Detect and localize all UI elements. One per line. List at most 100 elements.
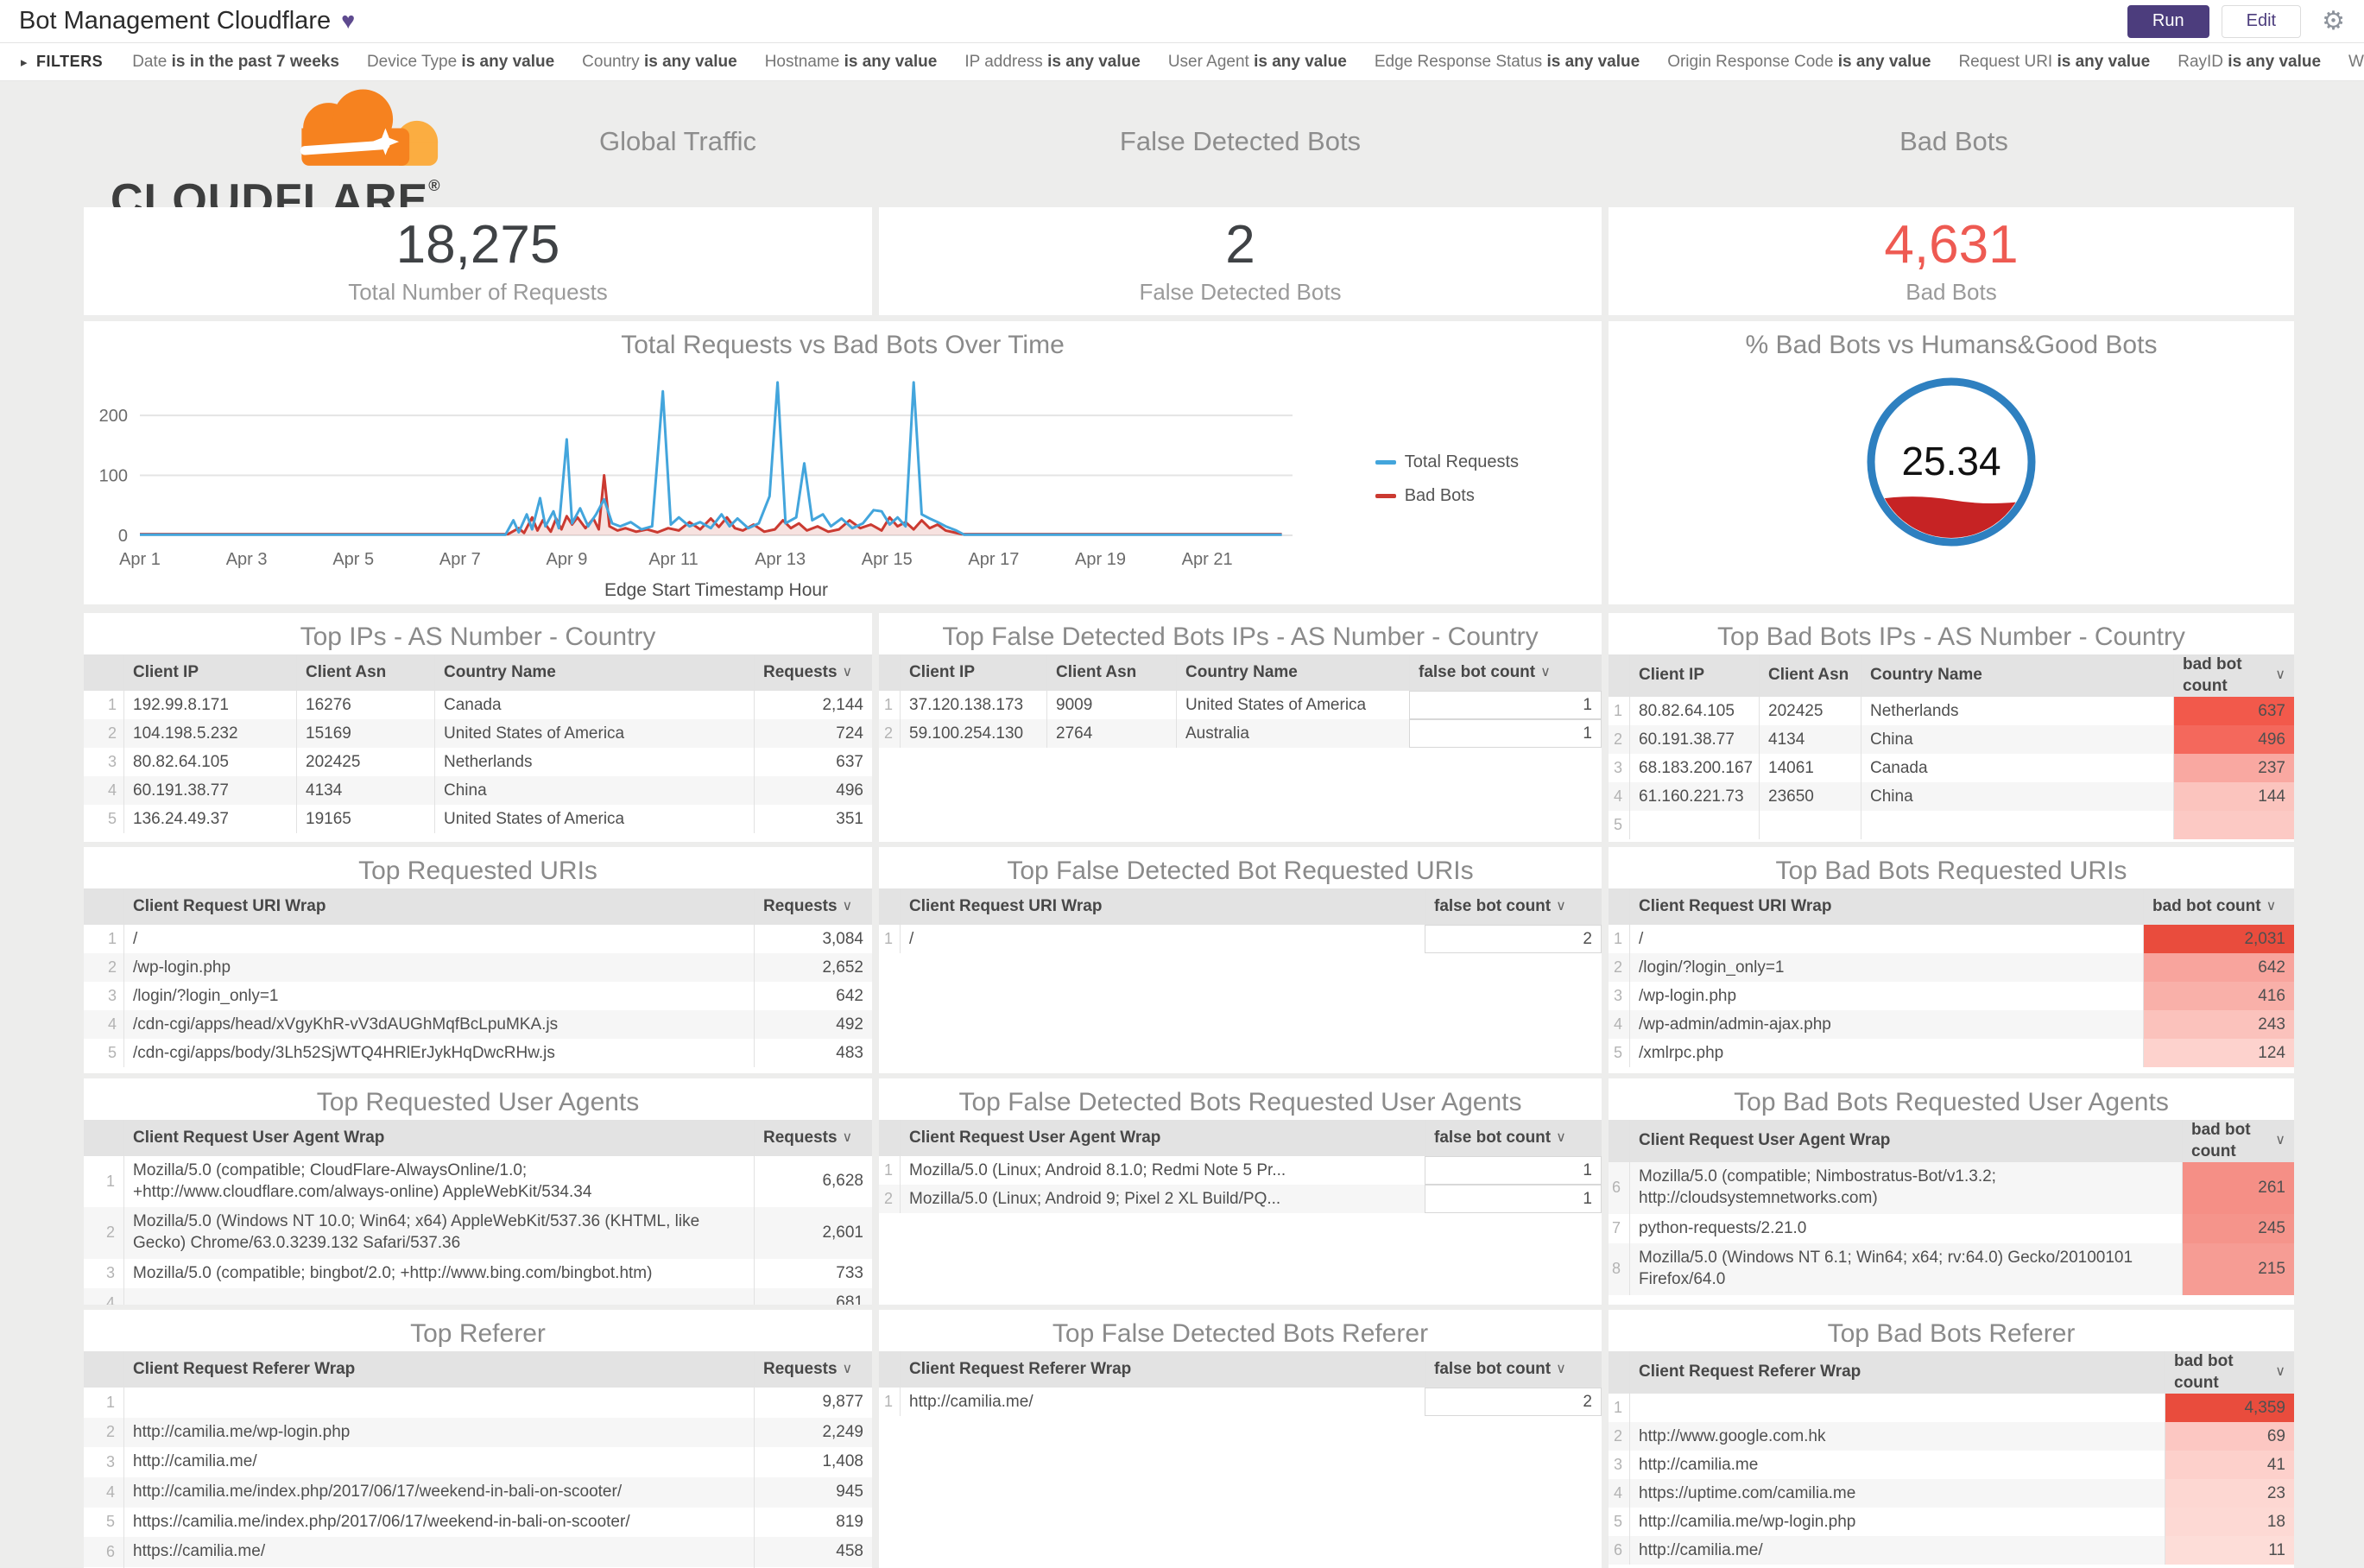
column-header[interactable]: Client Asn — [296, 654, 434, 691]
table-row[interactable]: 2 Mozilla/5.0 (Windows NT 10.0; Win64; x6… — [84, 1207, 872, 1259]
column-header[interactable]: Client IP — [1629, 654, 1759, 698]
table-row[interactable]: 7 python-requests/2.21.0 245 — [1609, 1213, 2294, 1244]
table-row[interactable]: 2 59.100.254.130 2764 Australia 1 — [879, 719, 1602, 748]
table-row[interactable]: 5 — [1609, 811, 2294, 840]
table-cell: 60.191.38.77 — [123, 776, 296, 805]
table-top-user-agents: Top Requested User Agents Client Request … — [84, 1078, 872, 1305]
column-header[interactable]: Country Name — [1861, 654, 2173, 698]
column-header[interactable]: bad bot count ∨ — [2182, 1120, 2294, 1163]
kpi-total-requests-label: Total Number of Requests — [348, 278, 608, 305]
table-row[interactable]: 1 /2 — [879, 925, 1602, 953]
column-header[interactable]: Client Request URI Wrap — [123, 888, 754, 925]
filter-item[interactable]: Device Type is any value — [367, 53, 554, 72]
column-header[interactable]: Client Request Referer Wrap — [1629, 1351, 2165, 1394]
table-row[interactable]: 6 Mozilla/5.0 (compatible; Nimbostratus-B… — [1609, 1162, 2294, 1214]
table-row[interactable]: 4 681 — [84, 1288, 872, 1305]
table-row[interactable]: 8 Mozilla/5.0 (Windows NT 6.1; Win64; x64… — [1609, 1243, 2294, 1295]
column-header[interactable]: Requests ∨ — [754, 1120, 872, 1156]
gear-icon[interactable]: ⚙ — [2322, 6, 2345, 36]
column-header[interactable]: Client Request URI Wrap — [1629, 888, 2143, 925]
edit-button[interactable]: Edit — [2221, 4, 2302, 38]
column-header[interactable]: Client Request User Agent Wrap — [1629, 1120, 2182, 1163]
table-row[interactable]: 3/login/?login_only=1 642 — [84, 982, 872, 1010]
table-row[interactable]: 1 80.82.64.105 202425 Netherlands 637 — [1609, 697, 2294, 726]
row-number: 1 — [883, 696, 893, 713]
legend-entry[interactable]: Bad Bots — [1375, 486, 1519, 506]
table-row[interactable]: 3 http://camilia.me 41 — [1609, 1451, 2294, 1480]
column-header[interactable]: Client Request URI Wrap — [900, 888, 1425, 925]
filter-item[interactable]: Country is any value — [582, 53, 737, 72]
table-row[interactable]: 1 4,359 — [1609, 1394, 2294, 1423]
column-header[interactable]: bad bot count ∨ — [2165, 1351, 2294, 1394]
table-row[interactable]: 5 http://camilia.me/wp-login.php 18 — [1609, 1508, 2294, 1537]
table-row[interactable]: 6 https://camilia.me/458 — [84, 1537, 872, 1568]
table-row[interactable]: 5/xmlrpc.php 124 — [1609, 1039, 2294, 1067]
filter-item[interactable]: User Agent is any value — [1168, 53, 1347, 72]
column-header[interactable]: Client Request Referer Wrap — [123, 1351, 754, 1388]
column-header[interactable]: Client Request Referer Wrap — [900, 1351, 1425, 1388]
table-row[interactable]: 1 9,877 — [84, 1388, 872, 1418]
column-header[interactable]: false bot count ∨ — [1425, 888, 1602, 925]
table-row[interactable]: 6 http://camilia.me/11 — [1609, 1536, 2294, 1565]
column-header[interactable]: bad bot count ∨ — [2143, 888, 2294, 925]
filter-item[interactable]: Hostname is any value — [765, 53, 938, 72]
table-row[interactable]: 2 http://camilia.me/wp-login.php 2,249 — [84, 1417, 872, 1448]
table-row[interactable]: 2/login/?login_only=1 642 — [1609, 953, 2294, 982]
filter-item[interactable]: Worker Subrequest is... — [2348, 53, 2364, 72]
column-header[interactable]: Client IP — [900, 654, 1046, 691]
column-header[interactable]: Client Request User Agent Wrap — [900, 1120, 1425, 1156]
column-header[interactable]: bad bot count ∨ — [2173, 654, 2294, 698]
run-button[interactable]: Run — [2127, 4, 2209, 38]
column-header[interactable]: Country Name — [1176, 654, 1409, 691]
column-header[interactable]: Client IP — [123, 654, 296, 691]
column-header[interactable]: Client Asn — [1759, 654, 1861, 698]
table-row[interactable]: 3 68.183.200.167 14061 Canada 237 — [1609, 754, 2294, 783]
filter-item[interactable]: Edge Response Status is any value — [1375, 53, 1640, 72]
table-row[interactable]: 2/wp-login.php 2,652 — [84, 953, 872, 982]
column-header[interactable]: false bot count ∨ — [1425, 1120, 1602, 1156]
row-number: 1 — [883, 1393, 893, 1410]
table-row[interactable]: 1 /2,031 — [1609, 925, 2294, 953]
filter-item[interactable]: RayID is any value — [2178, 53, 2321, 72]
row-number: 1 — [107, 930, 117, 947]
table-row[interactable]: 2 60.191.38.77 4134 China 496 — [1609, 725, 2294, 755]
filters-toggle[interactable]: ▸ FILTERS — [21, 53, 103, 71]
table-row[interactable]: 1 /3,084 — [84, 925, 872, 953]
table-row[interactable]: 1 Mozilla/5.0 (compatible; CloudFlare-Alw… — [84, 1156, 872, 1208]
filter-item[interactable]: IP address is any value — [964, 53, 1141, 72]
column-header[interactable]: false bot count ∨ — [1425, 1351, 1602, 1388]
table-row[interactable]: 4/wp-admin/admin-ajax.php 243 — [1609, 1010, 2294, 1039]
filter-item[interactable]: Request URI is any value — [1958, 53, 2150, 72]
column-header[interactable]: Requests ∨ — [754, 1351, 872, 1388]
table-row[interactable]: 5 https://camilia.me/index.php/2017/06/17… — [84, 1507, 872, 1538]
table-row[interactable]: 4 60.191.38.77 4134 China 496 — [84, 776, 872, 805]
table-row[interactable]: 3/wp-login.php 416 — [1609, 982, 2294, 1010]
column-header[interactable]: Client Asn — [1046, 654, 1176, 691]
table-row[interactable]: 1 37.120.138.173 9009 United States of Amer… — [879, 691, 1602, 719]
column-header[interactable]: Country Name — [434, 654, 754, 691]
svg-text:200: 200 — [99, 407, 128, 426]
table-row[interactable]: 2 http://www.google.com.hk 69 — [1609, 1422, 2294, 1451]
table-row[interactable]: 4 http://camilia.me/index.php/2017/06/17/… — [84, 1477, 872, 1508]
table-row[interactable]: 4 61.160.221.73 23650 China 144 — [1609, 782, 2294, 812]
table-row[interactable]: 5/cdn-cgi/apps/body/3Lh52SjWTQ4HRlErJykH… — [84, 1039, 872, 1067]
table-row[interactable]: 3 http://camilia.me/1,408 — [84, 1447, 872, 1478]
table-row[interactable]: 1 Mozilla/5.0 (Linux; Android 8.1.0; Redm… — [879, 1156, 1602, 1185]
table-row[interactable]: 1 192.99.8.171 16276 Canada 2,144 — [84, 691, 872, 719]
column-header[interactable]: Requests ∨ — [754, 888, 872, 925]
legend-entry[interactable]: Total Requests — [1375, 452, 1519, 472]
table-row[interactable]: 4 https://uptime.com/camilia.me 23 — [1609, 1479, 2294, 1508]
table-row[interactable]: 1 http://camilia.me/2 — [879, 1388, 1602, 1416]
column-header[interactable]: Requests ∨ — [754, 654, 872, 691]
column-header[interactable]: Client Request User Agent Wrap — [123, 1120, 754, 1156]
table-row[interactable]: 2 Mozilla/5.0 (Linux; Android 9; Pixel 2 … — [879, 1185, 1602, 1213]
filter-item[interactable]: Origin Response Code is any value — [1667, 53, 1931, 72]
table-row[interactable]: 3 80.82.64.105 202425 Netherlands 637 — [84, 748, 872, 776]
table-row[interactable]: 2 104.198.5.232 15169 United States of Amer… — [84, 719, 872, 748]
filter-item[interactable]: Date is in the past 7 weeks — [132, 53, 339, 72]
table-row[interactable]: 3 Mozilla/5.0 (compatible; bingbot/2.0; +… — [84, 1258, 872, 1289]
column-header[interactable]: false bot count ∨ — [1409, 654, 1602, 691]
table-row[interactable]: 5 136.24.49.37 19165 United States of Ameri… — [84, 805, 872, 833]
table-cell: /cdn-cgi/apps/body/3Lh52SjWTQ4HRlErJykHq… — [123, 1039, 754, 1067]
table-row[interactable]: 4/cdn-cgi/apps/head/xVgyKhR-vV3dAUGhMqfB… — [84, 1010, 872, 1039]
